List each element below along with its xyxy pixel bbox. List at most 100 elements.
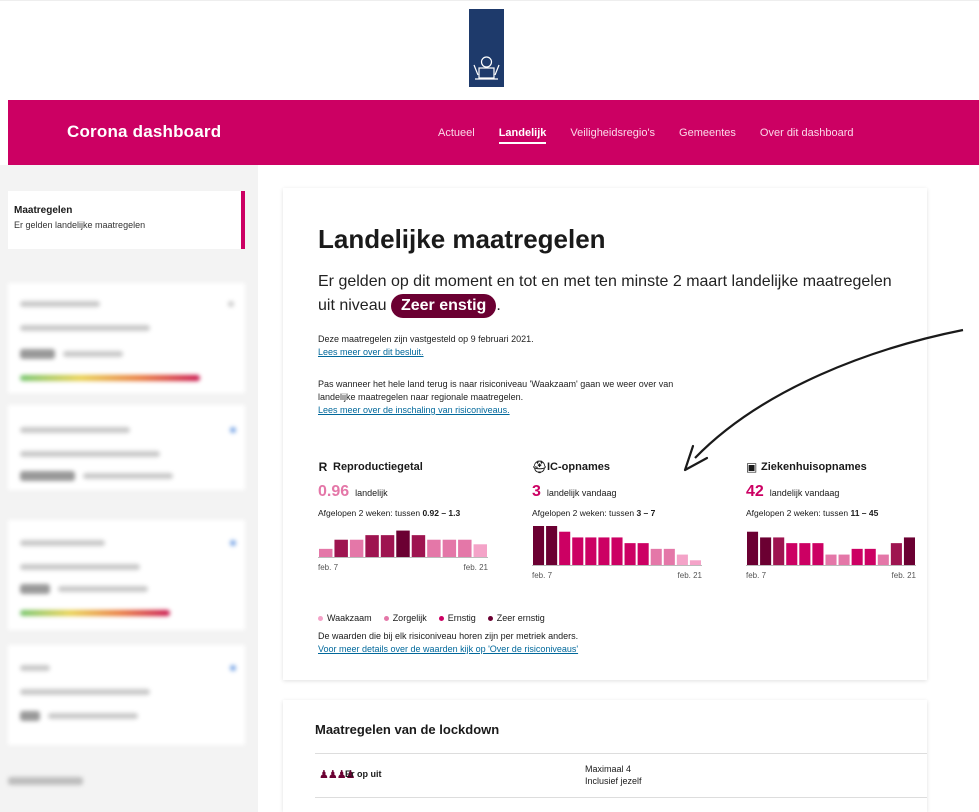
chart-bar — [903, 537, 915, 566]
sidebar-item-blurred[interactable] — [8, 645, 245, 745]
risk-level-link[interactable]: Lees meer over de inschaling van risicon… — [318, 405, 510, 415]
chart-bar — [380, 535, 395, 558]
measure-value: Maximaal 4 Inclusief jezelf — [585, 763, 642, 787]
metric-reproductiegetal: R Reproductiegetal 0.96 landelijk Afgelope… — [318, 460, 508, 572]
reproductiegetal-chart — [318, 530, 488, 558]
ic-bed-icon: ⛑ — [532, 460, 548, 474]
sidebar-item-subtitle: Er gelden landelijke maatregelen — [14, 220, 146, 230]
ic-opnames-chart — [532, 526, 702, 566]
x-tick-start: feb. 7 — [746, 571, 767, 580]
sidebar-section-heading-blurred — [8, 777, 83, 785]
chart-bar — [760, 537, 772, 566]
chart-bar — [637, 543, 649, 566]
x-tick-end: feb. 21 — [677, 571, 702, 580]
metric-title[interactable]: IC-opnames — [547, 461, 610, 473]
r-icon: R — [318, 460, 328, 474]
chart-bar — [851, 548, 863, 566]
metric-value: 3 — [532, 483, 541, 500]
metric-title[interactable]: Ziekenhuisopnames — [761, 461, 867, 473]
legend-item-waakzaam: Waakzaam — [318, 613, 372, 623]
main-navigation: Corona dashboard Actueel Landelijk Veili… — [8, 100, 979, 165]
chart-bar — [442, 539, 457, 558]
sidebar-item-maatregelen[interactable]: Maatregelen Er gelden landelijke maatreg… — [8, 191, 245, 249]
nav-actueel[interactable]: Actueel — [438, 127, 475, 144]
metric-range: 3 – 7 — [636, 508, 656, 518]
landelijke-maatregelen-card: Landelijke maatregelen Er gelden op dit … — [283, 188, 964, 680]
x-tick-end: feb. 21 — [463, 563, 488, 572]
chart-bar — [585, 537, 597, 566]
rijksoverheid-logo[interactable] — [469, 9, 504, 87]
metric-range: 0.92 – 1.3 — [422, 508, 461, 518]
metric-range: 11 – 45 — [850, 508, 879, 518]
nav-landelijk[interactable]: Landelijk — [498, 127, 547, 144]
measure-value-line-1: Maximaal 4 — [585, 764, 632, 774]
chart-bar — [624, 543, 636, 566]
page-title: Landelijke maatregelen — [318, 224, 606, 254]
metric-range-prefix: Afgelopen 2 weken: tussen — [318, 508, 423, 518]
metric-value: 0.96 — [318, 483, 350, 500]
legend-item-ernstig: Ernstig — [438, 613, 476, 623]
sidebar-item-blurred[interactable] — [8, 405, 245, 490]
chart-bar — [349, 539, 364, 558]
metric-range-prefix: Afgelopen 2 weken: tussen — [532, 508, 637, 518]
nav-veiligheidsregios[interactable]: Veiligheidsregio's — [570, 127, 655, 144]
chart-bar — [598, 537, 610, 566]
chart-bar — [411, 535, 426, 558]
chart-bar — [458, 539, 472, 558]
lead-text: Er gelden op dit moment en tot en met te… — [318, 270, 908, 318]
chart-bar — [773, 537, 785, 566]
lead-period: . — [496, 297, 501, 314]
decision-link[interactable]: Lees meer over dit besluit. — [318, 347, 424, 357]
legend-item-zorgelijk: Zorgelijk — [383, 613, 427, 623]
metric-unit: landelijk vandaag — [769, 488, 840, 498]
lockdown-card: Maatregelen van de lockdown ♟♟♟♟ Er op u… — [283, 700, 927, 812]
chart-bar — [650, 548, 662, 566]
table-row[interactable]: ♟♟♟♟ Er op uit Maximaal 4 Inclusief jeze… — [315, 753, 927, 798]
legend-item-zeer-ernstig: Zeer ernstig — [487, 613, 545, 623]
chart-bar — [786, 543, 798, 566]
sidebar-item-title: Maatregelen — [14, 205, 73, 216]
metric-unit: landelijk vandaag — [546, 488, 617, 498]
chart-bar — [334, 539, 348, 558]
x-tick-start: feb. 7 — [318, 563, 339, 572]
chart-bar — [890, 543, 902, 566]
risk-levels-link[interactable]: Voor meer details over de waarden kijk o… — [318, 644, 578, 654]
sidebar-item-blurred[interactable] — [8, 283, 245, 393]
risk-legend: Waakzaam Zorgelijk Ernstig Zeer ernstig — [318, 613, 545, 623]
risk-level-paragraph: Pas wanneer het hele land terug is naar … — [318, 378, 708, 417]
nav-over-dit-dashboard[interactable]: Over dit dashboard — [760, 127, 854, 144]
brand-title[interactable]: Corona dashboard — [67, 122, 221, 142]
chart-bar — [319, 548, 333, 558]
chart-bar — [812, 543, 824, 566]
coat-of-arms-icon — [473, 56, 500, 80]
chart-bar — [676, 554, 688, 566]
chart-bar — [747, 531, 759, 566]
risk-level-text: Pas wanneer het hele land terug is naar … — [318, 379, 674, 402]
decision-paragraph: Deze maatregelen zijn vastgesteld op 9 f… — [318, 333, 708, 359]
sidebar: Maatregelen Er gelden landelijke maatreg… — [0, 165, 258, 812]
metric-ic-opnames: ⛑ IC-opnames 3 landelijk vandaag Afgelopen… — [532, 460, 722, 580]
metric-range-prefix: Afgelopen 2 weken: tussen — [746, 508, 851, 518]
chart-bar — [877, 554, 889, 566]
measure-value-line-2: Inclusief jezelf — [585, 776, 642, 786]
chart-bar — [864, 548, 876, 566]
metric-ziekenhuisopnames: ▣ Ziekenhuisopnames 42 landelijk vandaag A… — [746, 460, 936, 580]
chart-bar — [611, 537, 623, 566]
top-bar — [0, 0, 979, 100]
sidebar-item-blurred[interactable] — [8, 520, 245, 630]
chart-bar — [825, 554, 837, 566]
risk-note: De waarden die bij elk risiconiveau hore… — [318, 630, 578, 656]
chart-bar — [396, 530, 410, 558]
chart-bar — [559, 531, 571, 566]
x-tick-end: feb. 21 — [891, 571, 916, 580]
hospital-icon: ▣ — [746, 460, 758, 474]
metric-value: 42 — [746, 483, 764, 500]
nav-gemeentes[interactable]: Gemeentes — [679, 127, 736, 144]
chart-bar — [663, 548, 675, 566]
chart-bar — [473, 544, 487, 558]
decision-date-text: Deze maatregelen zijn vastgesteld op 9 f… — [318, 334, 534, 344]
risk-level-badge: Zeer enstig — [390, 294, 497, 318]
metric-title[interactable]: Reproductiegetal — [333, 461, 423, 473]
chart-bar — [427, 539, 441, 558]
chart-bar — [365, 535, 379, 558]
